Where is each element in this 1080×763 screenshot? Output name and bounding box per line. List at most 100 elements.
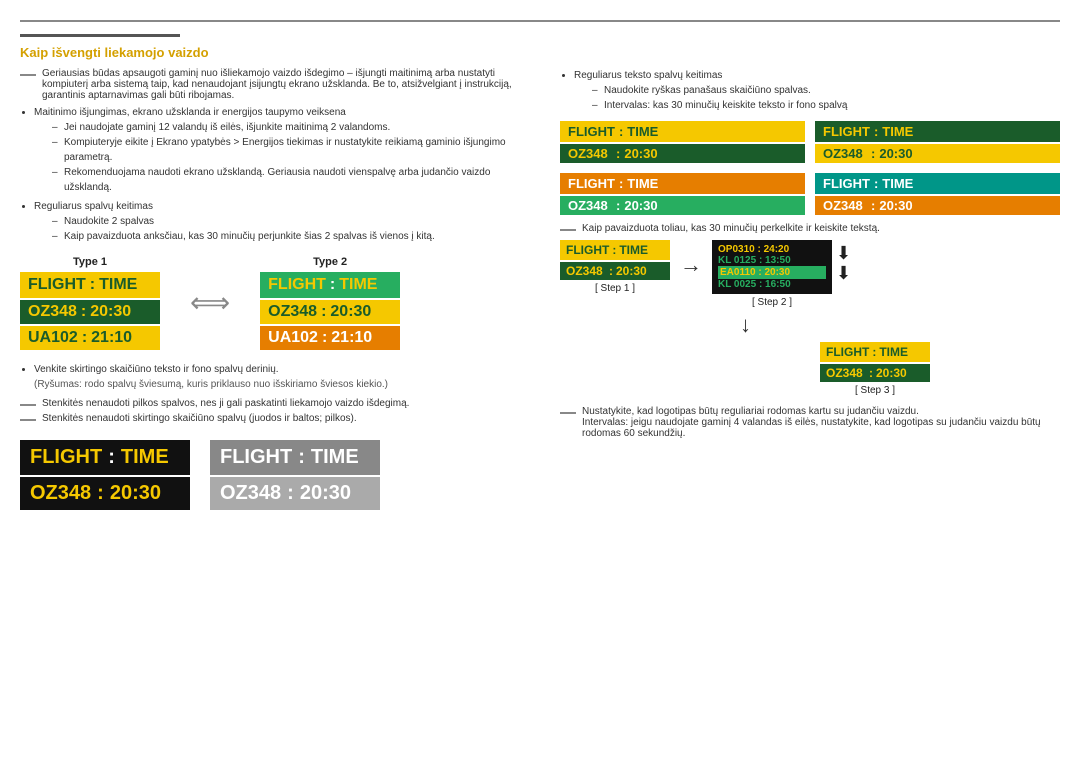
s3-d-time: 20:30 [876,366,907,380]
down-arrow-1-icon: ⬇ [836,244,851,264]
rb12-h-time: TIME [882,124,913,139]
s1-data: OZ348 : 20:30 [560,262,670,280]
rb12-data: OZ348 : 20:30 [815,144,1060,163]
note2: Stenkitės nenaudoti pilkos spalvos, nes … [42,398,409,409]
page: Kaip išvengti liekamojo vaizdo Geriausia… [10,0,1070,530]
section-title: Kaip išvengti liekamojo vaizdo [20,45,1060,60]
sub-list-1: Jei naudojate gaminį 12 valandų iš eilės… [54,120,540,195]
step1-label: [ Step 1 ] [595,283,635,294]
rb11-d-flight: OZ348 [568,146,612,161]
type2-h-time: TIME [339,276,377,294]
rb11-h-sep: : [619,124,623,139]
type1-h-sep: : [90,276,95,294]
type2-r2-flight: UA102 [268,329,318,347]
s3-d-flight: OZ348 [826,366,866,380]
dash-line [20,74,36,76]
dash-scroll [560,229,576,231]
type1-r2-sep: : [82,329,87,347]
right-sub-1: Naudokite ryškas panašaus skaičiūno spal… [594,83,1060,98]
right-col: Reguliarus teksto spalvų keitimas Naudok… [560,68,1060,510]
sub-item-1-3: Rekomenduojama naudoti ekrano užsklandą.… [54,165,540,195]
bb2-d-sep: : [287,482,294,505]
note-scroll: Kaip pavaizduota toliau, kas 30 minučių … [582,223,880,234]
bb1-d-sep: : [97,482,104,505]
bb2-d-flight: OZ348 [220,482,281,505]
note-logo: Nustatykite, kad logotipas būtų reguliar… [582,406,919,417]
note-logo2: Intervalas: jeigu naudojate gaminį 4 val… [582,417,1041,439]
rb-1-2: FLIGHT : TIME OZ348 : 20:30 [815,121,1060,163]
sub-list-2: Naudokite 2 spalvas Kaip pavaizduota ank… [54,214,540,244]
s1-d-flight: OZ348 [566,264,606,278]
note1-sub: (Ryšumas: rodo spalvų šviesumą, kuris pr… [34,379,388,390]
down-arrow-2-icon: ⬇ [836,264,851,284]
down-arrow-step3-wrap: ↓ [560,312,1060,338]
type1-h-time: TIME [99,276,137,294]
right-bullet-list: Reguliarus teksto spalvų keitimas Naudok… [574,68,1060,113]
steps-row: FLIGHT : TIME OZ348 : 20:30 [ Step 1 ] → [560,240,1060,308]
s1-header: FLIGHT : TIME [560,240,670,260]
rb11-d-sep: : [616,146,620,161]
s1-d-sep: : [609,264,613,278]
type-section: Type 1 FLIGHT : TIME OZ348 : [20,256,540,350]
type1-row2: UA102 : 21:10 [20,326,160,350]
rb11-h-time: TIME [627,124,658,139]
bb2-h-flight: FLIGHT [220,446,292,469]
rb-2-2: FLIGHT : TIME OZ348 : 20:30 [815,173,1060,215]
type2-board: FLIGHT : TIME OZ348 : 20:30 UA102 : [260,272,400,350]
type2-h-sep: : [330,276,335,294]
rb22-header: FLIGHT : TIME [815,173,1060,194]
bullet-item-1: Maitinimo išjungimas, ekrano užsklanda i… [34,105,540,195]
bb1-d-time: 20:30 [110,482,161,505]
note-scroll-line: Kaip pavaizduota toliau, kas 30 minučių … [560,223,1060,234]
rb22-d-flight: OZ348 [823,198,867,213]
type1-r1-sep: : [81,303,86,321]
type1-r1-time: 20:30 [90,303,131,321]
step3-board: FLIGHT : TIME OZ348 : 20:30 [820,342,930,382]
dash2 [20,404,36,406]
rb21-d-sep: : [616,198,620,213]
s1-d-time: 20:30 [616,264,647,278]
sub-item-2-2: Kaip pavaizduota anksčiau, kas 30 minuči… [54,229,540,244]
rb22-data: OZ348 : 20:30 [815,196,1060,215]
s3-d-sep: : [869,366,873,380]
type2-r1-flight: OZ348 [268,303,317,321]
bottom-boards: FLIGHT : TIME OZ348 : 20:30 FLIGHT : [20,440,540,510]
scroll-row-4: KL 0025 : 16:50 [718,279,826,290]
right-boards-grid: FLIGHT : TIME OZ348 : 20:30 FLIGHT : [560,121,1060,215]
step2-scrolling-board: OP0310 : 24:20 KL 0125 : 13:50 EA0110 : … [712,240,832,294]
sub-item-2-1: Naudokite 2 spalvas [54,214,540,229]
rb12-d-sep: : [871,146,875,161]
rb22-h-flight: FLIGHT [823,176,870,191]
s3-h-flight: FLIGHT [826,345,869,359]
bb2-h-time: TIME [311,446,359,469]
type1-label: Type 1 [20,256,160,268]
rb21-h-flight: FLIGHT [568,176,615,191]
type2-r2-time: 21:10 [331,329,372,347]
type2-header-row: FLIGHT : TIME [260,272,400,298]
type2-r1-sep: : [321,303,326,321]
rb-1-1: FLIGHT : TIME OZ348 : 20:30 [560,121,805,163]
bb2-data: OZ348 : 20:30 [210,477,380,510]
rb12-d-time: 20:30 [879,146,912,161]
intro-note: Geriausias būdas apsaugoti gaminį nuo iš… [20,68,540,101]
step-arrow-right-icon: → [680,252,702,278]
down-arrows: ⬇ ⬇ [836,244,851,284]
scroll-row-1: OP0310 : 24:20 [718,244,826,255]
scroll-row-2: KL 0125 : 13:50 [718,255,826,266]
note3: Stenkitės nenaudoti skirtingo skaičiūno … [42,413,357,424]
bb2-d-time: 20:30 [300,482,351,505]
type1-board: FLIGHT : TIME OZ348 : 20:30 UA102 [20,272,160,350]
rb21-d-time: 20:30 [624,198,657,213]
s3-h-sep: : [872,345,876,359]
type2-r2-sep: : [322,329,327,347]
step1-board: FLIGHT : TIME OZ348 : 20:30 [560,240,670,280]
dash-logo [560,412,576,414]
step3-container: FLIGHT : TIME OZ348 : 20:30 [ Step 3 ] [690,342,1060,396]
bb1-h-time: TIME [121,446,169,469]
step1-container: FLIGHT : TIME OZ348 : 20:30 [ Step 1 ] [560,240,670,294]
type1-r2-flight: UA102 [28,329,78,347]
s3-header: FLIGHT : TIME [820,342,930,362]
right-sub-list: Naudokite ryškas panašaus skaičiūno spal… [594,83,1060,113]
rb21-data: OZ348 : 20:30 [560,196,805,215]
main-layout: Geriausias būdas apsaugoti gaminį nuo iš… [20,68,1060,510]
